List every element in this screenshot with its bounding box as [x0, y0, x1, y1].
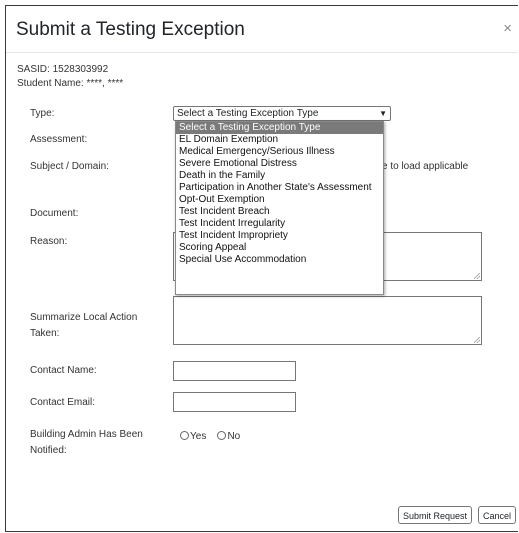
document-label: Document: — [30, 208, 79, 219]
radio-circle-icon — [180, 431, 189, 440]
admin-notified-radio-group: Yes No — [180, 431, 240, 442]
dropdown-option[interactable]: Select a Testing Exception Type — [176, 122, 383, 134]
exception-type-select[interactable]: Select a Testing Exception Type ▼ — [173, 106, 391, 121]
dropdown-option[interactable]: Death in the Family — [176, 170, 383, 182]
radio-circle-icon — [217, 431, 227, 440]
subject-domain-label: Subject / Domain: — [30, 161, 109, 172]
contact-email-input[interactable] — [173, 392, 296, 412]
dropdown-option[interactable]: Opt-Out Exemption — [176, 194, 383, 206]
dropdown-option[interactable]: Participation in Another State's Assessm… — [176, 182, 383, 194]
modal-title: Submit a Testing Exception — [16, 19, 245, 40]
dropdown-option[interactable]: Test Incident Breach — [176, 206, 383, 218]
assessment-label: Assessment: — [30, 134, 88, 145]
submit-request-button[interactable]: Submit Request — [398, 506, 472, 524]
subject-hint-text: e to load applicable — [382, 161, 469, 172]
dropdown-option[interactable]: Special Use Accommodation — [176, 254, 383, 266]
close-icon[interactable]: × — [503, 20, 512, 37]
contact-name-label: Contact Name: — [30, 365, 97, 376]
chevron-down-icon: ▼ — [379, 109, 387, 118]
contact-email-label: Contact Email: — [30, 397, 96, 408]
dropdown-option[interactable]: Test Incident Impropriety — [176, 230, 383, 242]
summarize-local-action-label: Summarize Local Action Taken: — [30, 312, 138, 339]
radio-no[interactable]: No — [217, 431, 240, 442]
resize-grip-icon[interactable] — [474, 337, 480, 343]
dropdown-option[interactable]: Test Incident Irregularity — [176, 218, 383, 230]
student-name-text: Student Name: ****, **** — [17, 78, 124, 89]
exception-type-dropdown-list: Select a Testing Exception Type EL Domai… — [175, 121, 384, 295]
summarize-action-textarea[interactable] — [173, 296, 482, 345]
modal-header: Submit a Testing Exception × — [6, 6, 518, 53]
radio-no-label: No — [227, 431, 241, 442]
contact-name-input[interactable] — [173, 361, 296, 381]
cancel-button[interactable]: Cancel — [478, 506, 516, 524]
dropdown-option[interactable]: Medical Emergency/Serious Illness — [176, 146, 383, 158]
select-value: Select a Testing Exception Type — [177, 108, 319, 119]
dropdown-option[interactable]: Scoring Appeal — [176, 242, 383, 254]
testing-exception-modal: Submit a Testing Exception × SASID: 1528… — [5, 5, 518, 532]
sasid-text: SASID: 1528303992 — [17, 64, 109, 75]
dropdown-option[interactable]: Severe Emotional Distress — [176, 158, 383, 170]
radio-yes-label: Yes — [190, 431, 207, 442]
radio-yes[interactable]: Yes — [180, 431, 206, 442]
type-label: Type: — [30, 108, 55, 119]
dropdown-option[interactable]: EL Domain Exemption — [176, 134, 383, 146]
resize-grip-icon[interactable] — [474, 273, 480, 279]
building-admin-label: Building Admin Has Been Notified: — [30, 429, 143, 456]
reason-label: Reason: — [30, 236, 68, 247]
